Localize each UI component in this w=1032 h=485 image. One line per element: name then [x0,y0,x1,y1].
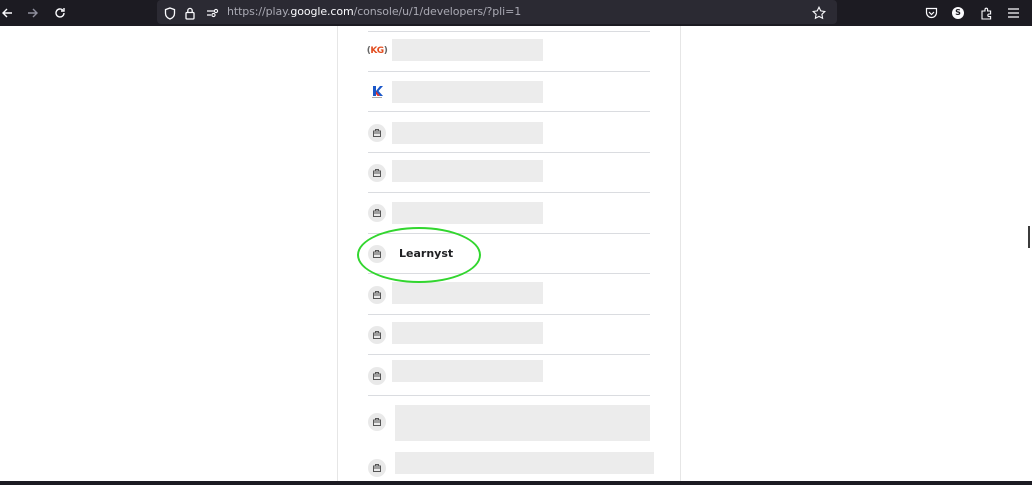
list-item[interactable] [368,153,650,193]
name-placeholder [395,452,654,474]
app-icon [368,204,386,222]
name-placeholder [392,39,543,61]
list-item[interactable] [368,355,650,396]
app-icon [368,326,386,344]
app-icon [368,164,386,182]
list-item[interactable]: (KG) [366,32,650,72]
name-placeholder [395,405,650,441]
app-icon [368,459,386,477]
lock-icon[interactable] [184,0,196,26]
scrollbar-thumb[interactable] [1028,226,1030,248]
list-item[interactable] [368,72,650,112]
app-icon [368,413,386,431]
list-item[interactable] [368,112,650,153]
url-domain: google.com [290,5,354,18]
shield-icon[interactable] [163,0,177,26]
bottom-edge [0,481,1032,485]
menu-icon[interactable] [1006,0,1020,26]
app-icon [368,286,386,304]
name-placeholder [392,322,543,344]
list-item[interactable] [368,396,650,446]
name-placeholder [392,282,543,304]
browser-toolbar: https://play.google.com/console/u/1/deve… [0,0,1032,26]
account-avatar[interactable]: S [951,0,965,26]
url-path: /console/u/1/developers/?pli=1 [353,5,522,18]
app-icon [368,124,386,142]
back-icon[interactable] [0,0,14,26]
name-placeholder [392,81,543,103]
name-placeholder [392,202,543,224]
url-text[interactable]: https://play.google.com/console/u/1/deve… [227,0,521,24]
url-bar[interactable]: https://play.google.com/console/u/1/deve… [157,0,837,24]
permissions-icon[interactable] [205,0,219,26]
kg-logo-text: KG [370,46,384,56]
app-icon [368,367,386,385]
forward-icon[interactable] [25,0,41,26]
extensions-icon[interactable] [978,0,994,26]
account-initial: S [952,7,964,19]
highlight-ellipse [357,227,481,283]
reload-icon[interactable] [52,0,68,26]
list-item[interactable] [368,315,650,355]
name-placeholder [392,160,543,182]
bookmark-star-icon[interactable] [811,0,827,26]
pocket-icon[interactable] [923,0,939,26]
k-logo-icon [368,82,386,100]
name-placeholder [392,122,543,144]
name-placeholder [392,360,543,382]
list-item[interactable] [368,446,654,481]
kg-logo-icon: (KG) [366,46,388,56]
url-prefix: https://play. [227,5,291,18]
